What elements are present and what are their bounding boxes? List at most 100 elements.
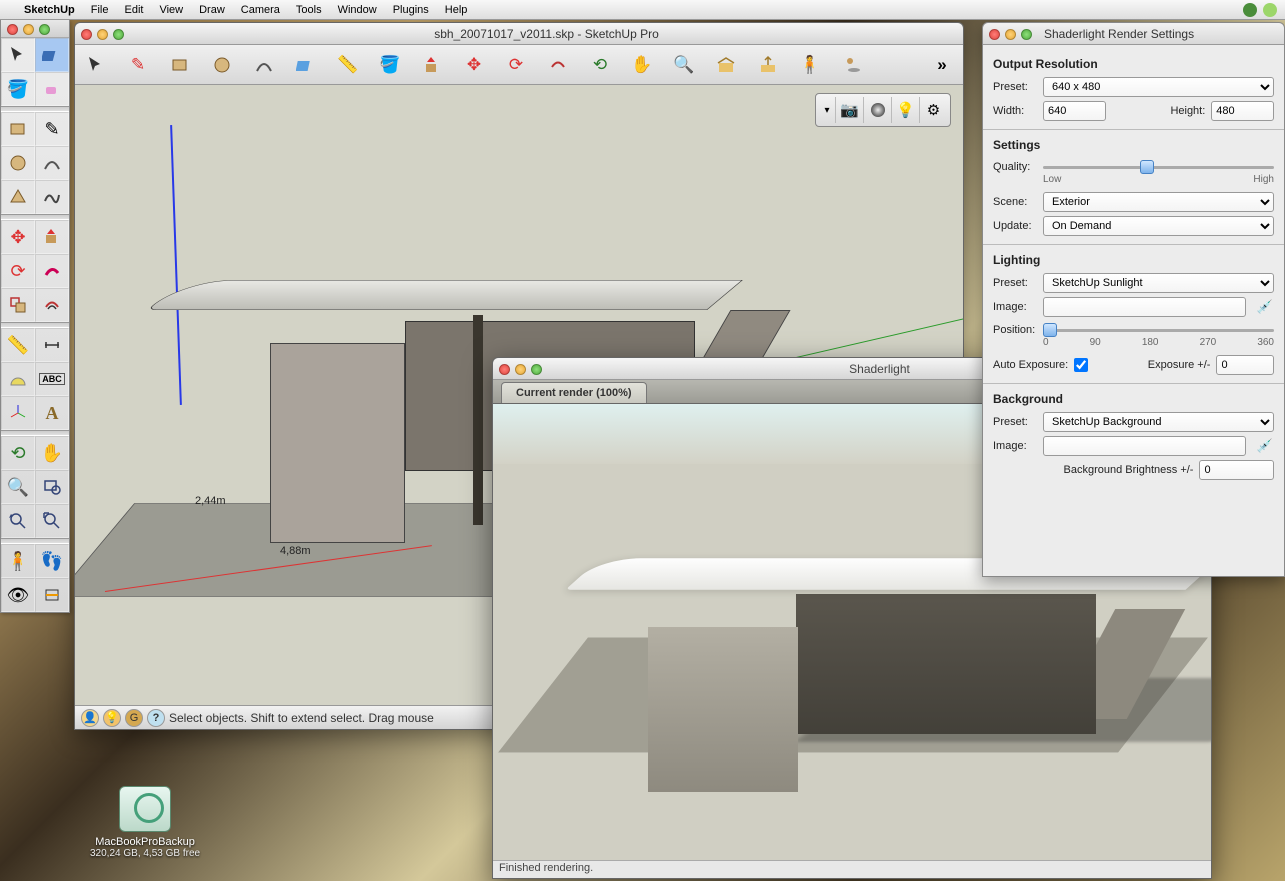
tb-tape-tool[interactable]: 📏: [335, 52, 361, 78]
status-lime-icon[interactable]: [1263, 3, 1277, 17]
position-camera-tool[interactable]: 🧍: [1, 544, 35, 578]
bg-preset-select[interactable]: SketchUp Background: [1043, 412, 1274, 432]
protractor-tool[interactable]: [1, 362, 35, 396]
menu-tools[interactable]: Tools: [296, 4, 322, 16]
section-tool[interactable]: [35, 578, 69, 612]
tb-shadow-tool[interactable]: [839, 52, 865, 78]
tb-warehouse-tool[interactable]: [713, 52, 739, 78]
freehand-tool[interactable]: [35, 180, 69, 214]
component-tool[interactable]: [35, 38, 69, 72]
sb-person-icon[interactable]: 👤: [81, 709, 99, 727]
exposure-input[interactable]: [1216, 355, 1274, 375]
move-tool[interactable]: ✥: [1, 220, 35, 254]
render-close-button[interactable]: [499, 364, 510, 375]
mini-material-button[interactable]: [863, 97, 891, 123]
menu-draw[interactable]: Draw: [199, 4, 225, 16]
tb-arc-tool[interactable]: [251, 52, 277, 78]
tb-line-tool[interactable]: ✎: [125, 52, 151, 78]
window-min-button[interactable]: [97, 29, 108, 40]
line-tool[interactable]: ✎: [35, 112, 69, 146]
tb-paint-tool[interactable]: 🪣: [377, 52, 403, 78]
zoom-previous-tool[interactable]: [1, 504, 35, 538]
settings-close-button[interactable]: [989, 29, 1000, 40]
tb-rotate-tool[interactable]: ⟳: [503, 52, 529, 78]
sb-globe-icon[interactable]: G: [125, 709, 143, 727]
look-around-tool[interactable]: 👁: [1, 578, 35, 612]
tb-pushpull-tool[interactable]: [419, 52, 445, 78]
dimension-tool[interactable]: [35, 328, 69, 362]
tb-person-tool[interactable]: 🧍: [797, 52, 823, 78]
palette-max-button[interactable]: [39, 24, 50, 35]
select-tool[interactable]: [1, 38, 35, 72]
rectangle-tool[interactable]: [1, 112, 35, 146]
settings-max-button[interactable]: [1021, 29, 1032, 40]
scene-select[interactable]: Exterior: [1043, 192, 1274, 212]
tb-move-tool[interactable]: ✥: [461, 52, 487, 78]
paint-bucket-tool[interactable]: 🪣: [1, 72, 35, 106]
menu-edit[interactable]: Edit: [124, 4, 143, 16]
rotate-tool[interactable]: ⟳: [1, 254, 35, 288]
polygon-tool[interactable]: [1, 180, 35, 214]
render-tab[interactable]: Current render (100%): [501, 382, 647, 403]
menu-plugins[interactable]: Plugins: [393, 4, 429, 16]
pan-tool[interactable]: ✋: [35, 436, 69, 470]
menu-file[interactable]: File: [91, 4, 109, 16]
status-green-icon[interactable]: [1243, 3, 1257, 17]
mini-light-button[interactable]: 💡: [891, 97, 919, 123]
menu-window[interactable]: Window: [338, 4, 377, 16]
tb-upload-tool[interactable]: [755, 52, 781, 78]
window-titlebar[interactable]: sbh_20071017_v2011.skp - SketchUp Pro: [75, 23, 963, 45]
pushpull-tool[interactable]: [35, 220, 69, 254]
settings-min-button[interactable]: [1005, 29, 1016, 40]
window-max-button[interactable]: [113, 29, 124, 40]
mini-dropdown-button[interactable]: ▾: [819, 97, 835, 123]
tb-select-tool[interactable]: [83, 52, 109, 78]
sb-help-icon[interactable]: ?: [147, 709, 165, 727]
light-image-input[interactable]: [1043, 297, 1246, 317]
bg-image-picker-button[interactable]: 💉: [1256, 437, 1274, 455]
menu-help[interactable]: Help: [445, 4, 468, 16]
scale-tool[interactable]: [1, 288, 35, 322]
light-image-picker-button[interactable]: 💉: [1256, 298, 1274, 316]
tb-component-tool[interactable]: [293, 52, 319, 78]
app-name[interactable]: SketchUp: [24, 4, 75, 16]
res-preset-select[interactable]: 640 x 480: [1043, 77, 1274, 97]
light-preset-select[interactable]: SketchUp Sunlight: [1043, 273, 1274, 293]
zoom-window-tool[interactable]: [35, 470, 69, 504]
palette-min-button[interactable]: [23, 24, 34, 35]
render-min-button[interactable]: [515, 364, 526, 375]
update-select[interactable]: On Demand: [1043, 216, 1274, 236]
desktop-drive-icon[interactable]: MacBookProBackup 320,24 GB, 4,53 GB free: [90, 786, 200, 859]
settings-titlebar[interactable]: Shaderlight Render Settings: [983, 23, 1284, 45]
palette-close-button[interactable]: [7, 24, 18, 35]
walk-tool[interactable]: 👣: [35, 544, 69, 578]
zoom-extents-tool[interactable]: [35, 504, 69, 538]
axes-tool[interactable]: [1, 396, 35, 430]
tb-orbit-tool[interactable]: ⟲: [587, 52, 613, 78]
orbit-tool[interactable]: ⟲: [1, 436, 35, 470]
tb-offset-tool[interactable]: [545, 52, 571, 78]
tb-pan-tool[interactable]: ✋: [629, 52, 655, 78]
3dtext-tool[interactable]: A: [35, 396, 69, 430]
arc-tool[interactable]: [35, 146, 69, 180]
bg-brightness-input[interactable]: [1199, 460, 1274, 480]
offset-tool[interactable]: [35, 288, 69, 322]
text-tool[interactable]: ABC: [35, 362, 69, 396]
circle-tool[interactable]: [1, 146, 35, 180]
render-max-button[interactable]: [531, 364, 542, 375]
position-slider[interactable]: 0 90 180 270 360: [1043, 321, 1274, 339]
sb-bulb-icon[interactable]: 💡: [103, 709, 121, 727]
eraser-tool[interactable]: [35, 72, 69, 106]
height-input[interactable]: [1211, 101, 1274, 121]
menu-camera[interactable]: Camera: [241, 4, 280, 16]
followme-tool[interactable]: [35, 254, 69, 288]
bg-image-input[interactable]: [1043, 436, 1246, 456]
width-input[interactable]: [1043, 101, 1106, 121]
tb-rectangle-tool[interactable]: [167, 52, 193, 78]
tb-circle-tool[interactable]: [209, 52, 235, 78]
tb-overflow-button[interactable]: »: [929, 52, 955, 78]
tb-zoom-tool[interactable]: 🔍: [671, 52, 697, 78]
auto-exposure-checkbox[interactable]: [1074, 358, 1088, 372]
zoom-tool[interactable]: 🔍: [1, 470, 35, 504]
tape-tool[interactable]: 📏: [1, 328, 35, 362]
